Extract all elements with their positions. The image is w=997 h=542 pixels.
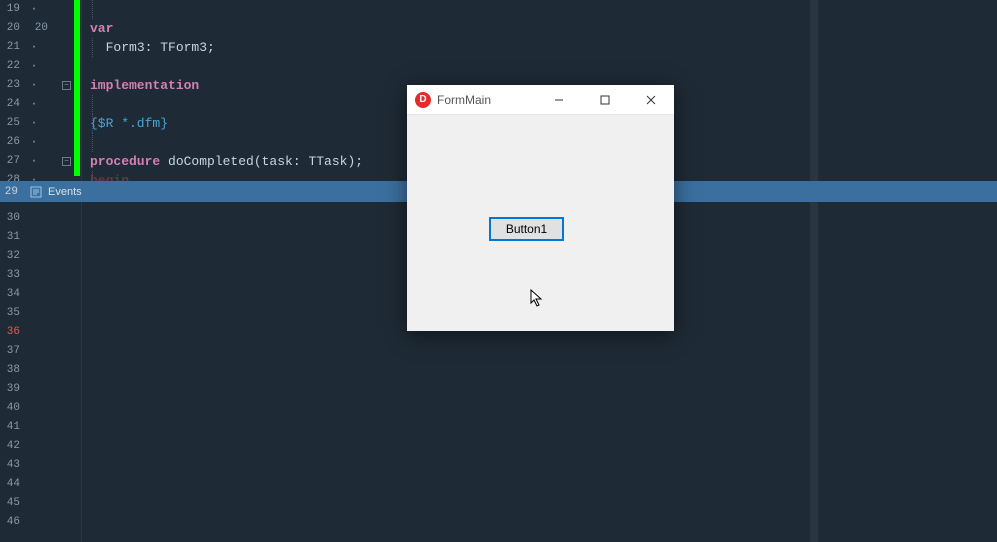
line-number: 34: [0, 285, 20, 304]
line-number: 41: [0, 418, 20, 437]
keyword: var: [90, 21, 113, 36]
line-number: 40: [0, 399, 20, 418]
gutter-dot: ·: [20, 95, 48, 114]
line-number: 19: [0, 0, 20, 19]
line-number: 33: [0, 266, 20, 285]
line-number: 35: [0, 304, 20, 323]
line-number: 43: [0, 456, 20, 475]
line-number: 45: [0, 494, 20, 513]
form-main-window: D FormMain Button1: [407, 85, 674, 331]
events-icon: [30, 186, 42, 198]
events-panel-label: Events: [48, 186, 82, 198]
keyword: procedure: [90, 154, 160, 169]
maximize-button[interactable]: [582, 85, 628, 115]
minimize-icon: [554, 95, 564, 105]
line-number: 21: [0, 38, 20, 57]
line-number: 32: [0, 247, 20, 266]
line-number: 27: [0, 152, 20, 171]
line-number: 29: [0, 186, 20, 198]
line-number: 39: [0, 380, 20, 399]
compiler-directive: {$R *.dfm}: [90, 116, 168, 131]
line-number: 31: [0, 228, 20, 247]
line-number: 38: [0, 361, 20, 380]
line-number: 36: [0, 323, 20, 342]
code-text: Form3: TForm3;: [106, 40, 215, 55]
gutter-dot: ·: [20, 152, 48, 171]
window-titlebar[interactable]: D FormMain: [407, 85, 674, 115]
line-number: 23: [0, 76, 20, 95]
line-number: 30: [0, 209, 20, 228]
gutter-dot: ·: [20, 0, 48, 19]
close-button[interactable]: [628, 85, 674, 115]
button1[interactable]: Button1: [489, 217, 564, 241]
line-number: 42: [0, 437, 20, 456]
window-controls: [536, 85, 674, 114]
minimize-button[interactable]: [536, 85, 582, 115]
app-icon: D: [415, 92, 431, 108]
close-icon: [646, 95, 656, 105]
keyword: implementation: [90, 78, 199, 93]
line-number: 44: [0, 475, 20, 494]
line-number: 37: [0, 342, 20, 361]
gutter-dot: ·: [20, 133, 48, 152]
window-title: FormMain: [437, 93, 536, 107]
gutter-dot: ·: [20, 57, 48, 76]
code-text: doCompleted(task: TTask);: [160, 154, 363, 169]
line-number: 22: [0, 57, 20, 76]
maximize-icon: [600, 95, 610, 105]
scrollbar-track[interactable]: [810, 0, 817, 542]
line-number: 25: [0, 114, 20, 133]
gutter-dot: ·: [20, 38, 48, 57]
line-number: 46: [0, 513, 20, 532]
line-number: 26: [0, 133, 20, 152]
gutter-dot: ·: [20, 114, 48, 133]
gutter-dot: ·: [20, 76, 48, 95]
line-number-secondary: 20: [20, 19, 48, 38]
editor-gutter: − − 19· 2020 21· 22· 23· 24· 25· 26· 27·…: [0, 0, 82, 542]
right-side-panel: [817, 0, 997, 542]
line-number: 20: [0, 19, 20, 38]
line-number: 24: [0, 95, 20, 114]
form-client-area[interactable]: Button1: [407, 115, 674, 331]
button-label: Button1: [506, 222, 547, 236]
